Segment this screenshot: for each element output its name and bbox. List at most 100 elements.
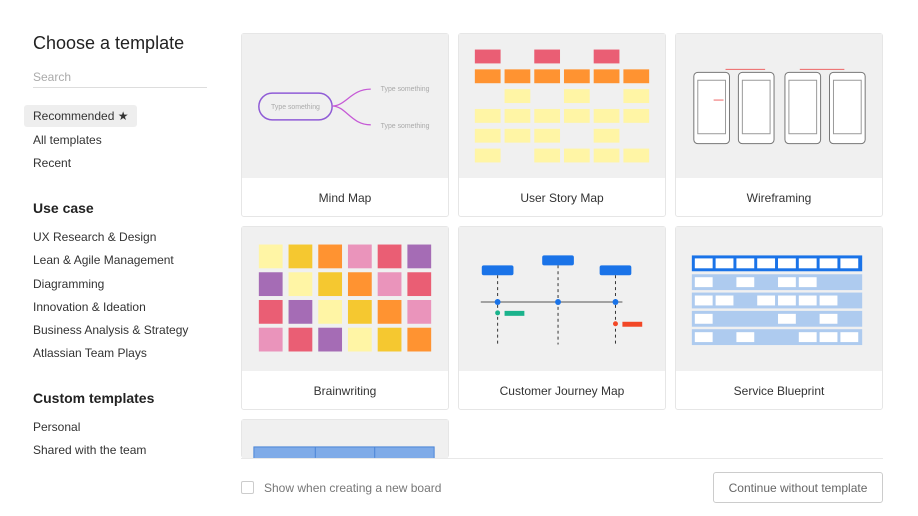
preview-shape — [258, 272, 283, 297]
preview-shape — [593, 69, 620, 84]
template-card-brainwriting[interactable]: Brainwriting — [241, 226, 449, 410]
wireframing-preview — [676, 34, 882, 178]
nav-recent[interactable]: Recent — [33, 156, 71, 170]
template-card-mind-map[interactable]: Type something Type something Type somet… — [241, 33, 449, 217]
preview-shape — [288, 327, 313, 352]
preview-shape — [694, 258, 713, 269]
preview-shape — [347, 272, 372, 297]
mind-map-preview: Type something Type something Type somet… — [242, 34, 448, 178]
template-card-service-blueprint[interactable]: Service Blueprint — [675, 226, 883, 410]
continue-without-template-button[interactable]: Continue without template — [713, 472, 883, 503]
preview-shape — [504, 128, 531, 143]
preview-dot — [494, 299, 501, 305]
preview-shape — [715, 258, 734, 269]
preview-text: Type something — [381, 86, 430, 93]
user-story-map-preview — [459, 34, 665, 178]
preview-text: Type something — [271, 104, 320, 111]
use-case-header: Use case — [33, 200, 94, 216]
preview-shape — [798, 258, 817, 269]
preview-shape — [318, 299, 343, 324]
preview-shape — [542, 255, 574, 266]
template-label: Service Blueprint — [733, 384, 825, 398]
preview-shape — [318, 272, 343, 297]
preview-dot — [612, 299, 619, 305]
preview-shape — [534, 49, 561, 64]
brainwriting-preview — [242, 227, 448, 371]
nav-use-case-item[interactable]: UX Research & Design — [33, 230, 156, 244]
preview-shape — [288, 299, 313, 324]
preview-shape — [757, 295, 776, 306]
template-card-user-story-map[interactable]: User Story Map — [458, 33, 666, 217]
nav-use-case-item[interactable]: Lean & Agile Management — [33, 253, 174, 267]
preview-shape — [474, 49, 501, 64]
preview-shape — [474, 148, 501, 163]
preview-shape — [534, 128, 561, 143]
preview-shape — [599, 265, 632, 276]
preview-shape — [288, 272, 313, 297]
preview-shape — [288, 244, 313, 269]
nav-use-case-item[interactable]: Atlassian Team Plays — [33, 346, 147, 360]
preview-shape — [407, 272, 432, 297]
preview-shape — [778, 258, 796, 269]
preview-shape — [377, 272, 402, 297]
template-card-customer-journey-map[interactable]: Customer Journey Map — [458, 226, 666, 410]
preview-shape — [819, 313, 838, 324]
preview-shape — [798, 277, 817, 288]
preview-shape — [694, 277, 713, 288]
preview-shape — [474, 128, 501, 143]
preview-shape — [534, 148, 561, 163]
customer-journey-map-preview — [459, 227, 665, 371]
preview-shape — [623, 69, 650, 84]
preview-shape — [593, 49, 620, 64]
preview-shape — [694, 295, 713, 306]
preview-shape — [407, 327, 432, 352]
template-card-wireframing[interactable]: Wireframing — [675, 33, 883, 217]
preview-shape — [563, 89, 590, 104]
show-on-new-board-checkbox[interactable] — [241, 481, 254, 494]
preview-shape — [840, 258, 859, 269]
nav-use-case-item[interactable]: Innovation & Ideation — [33, 300, 146, 314]
preview-shape — [347, 244, 372, 269]
nav-recommended[interactable]: Recommended ★ — [24, 105, 138, 127]
preview-dot — [844, 136, 850, 142]
preview-shape — [736, 277, 755, 288]
preview-shape — [377, 327, 402, 352]
preview-text: Type something — [381, 123, 430, 130]
preview-shape — [819, 258, 838, 269]
preview-shape — [474, 69, 501, 84]
preview-dot — [555, 299, 562, 305]
preview-shape — [377, 244, 402, 269]
preview-shape — [737, 71, 775, 145]
preview-shape — [534, 69, 561, 84]
preview-shape — [623, 108, 650, 123]
preview-dot — [800, 136, 806, 142]
preview-shape — [377, 299, 402, 324]
service-blueprint-preview — [676, 227, 882, 371]
preview-shape — [563, 148, 590, 163]
preview-shape — [694, 313, 713, 324]
preview-shape — [736, 332, 755, 343]
preview-shape — [798, 295, 817, 306]
preview-shape — [691, 274, 863, 291]
preview-shape — [407, 299, 432, 324]
preview-shape — [504, 69, 531, 84]
preview-shape — [593, 128, 620, 143]
template-label: Wireframing — [746, 191, 812, 205]
nav-shared[interactable]: Shared with the team — [33, 443, 146, 457]
preview-shape — [347, 299, 372, 324]
template-card-more[interactable] — [241, 419, 449, 458]
preview-dot — [613, 321, 618, 327]
search-input[interactable] — [33, 67, 207, 88]
preview-shape — [318, 244, 343, 269]
template-label: Mind Map — [318, 191, 372, 205]
template-label: User Story Map — [520, 191, 604, 205]
preview-shape — [622, 321, 643, 327]
nav-use-case-item[interactable]: Diagramming — [33, 277, 104, 291]
preview-shape — [819, 332, 838, 343]
nav-all-templates[interactable]: All templates — [33, 133, 102, 147]
nav-use-case-item[interactable]: Business Analysis & Strategy — [33, 323, 188, 337]
preview-shape — [819, 295, 838, 306]
preview-shape — [623, 89, 650, 104]
nav-personal[interactable]: Personal — [33, 420, 80, 434]
preview-shape — [258, 299, 283, 324]
